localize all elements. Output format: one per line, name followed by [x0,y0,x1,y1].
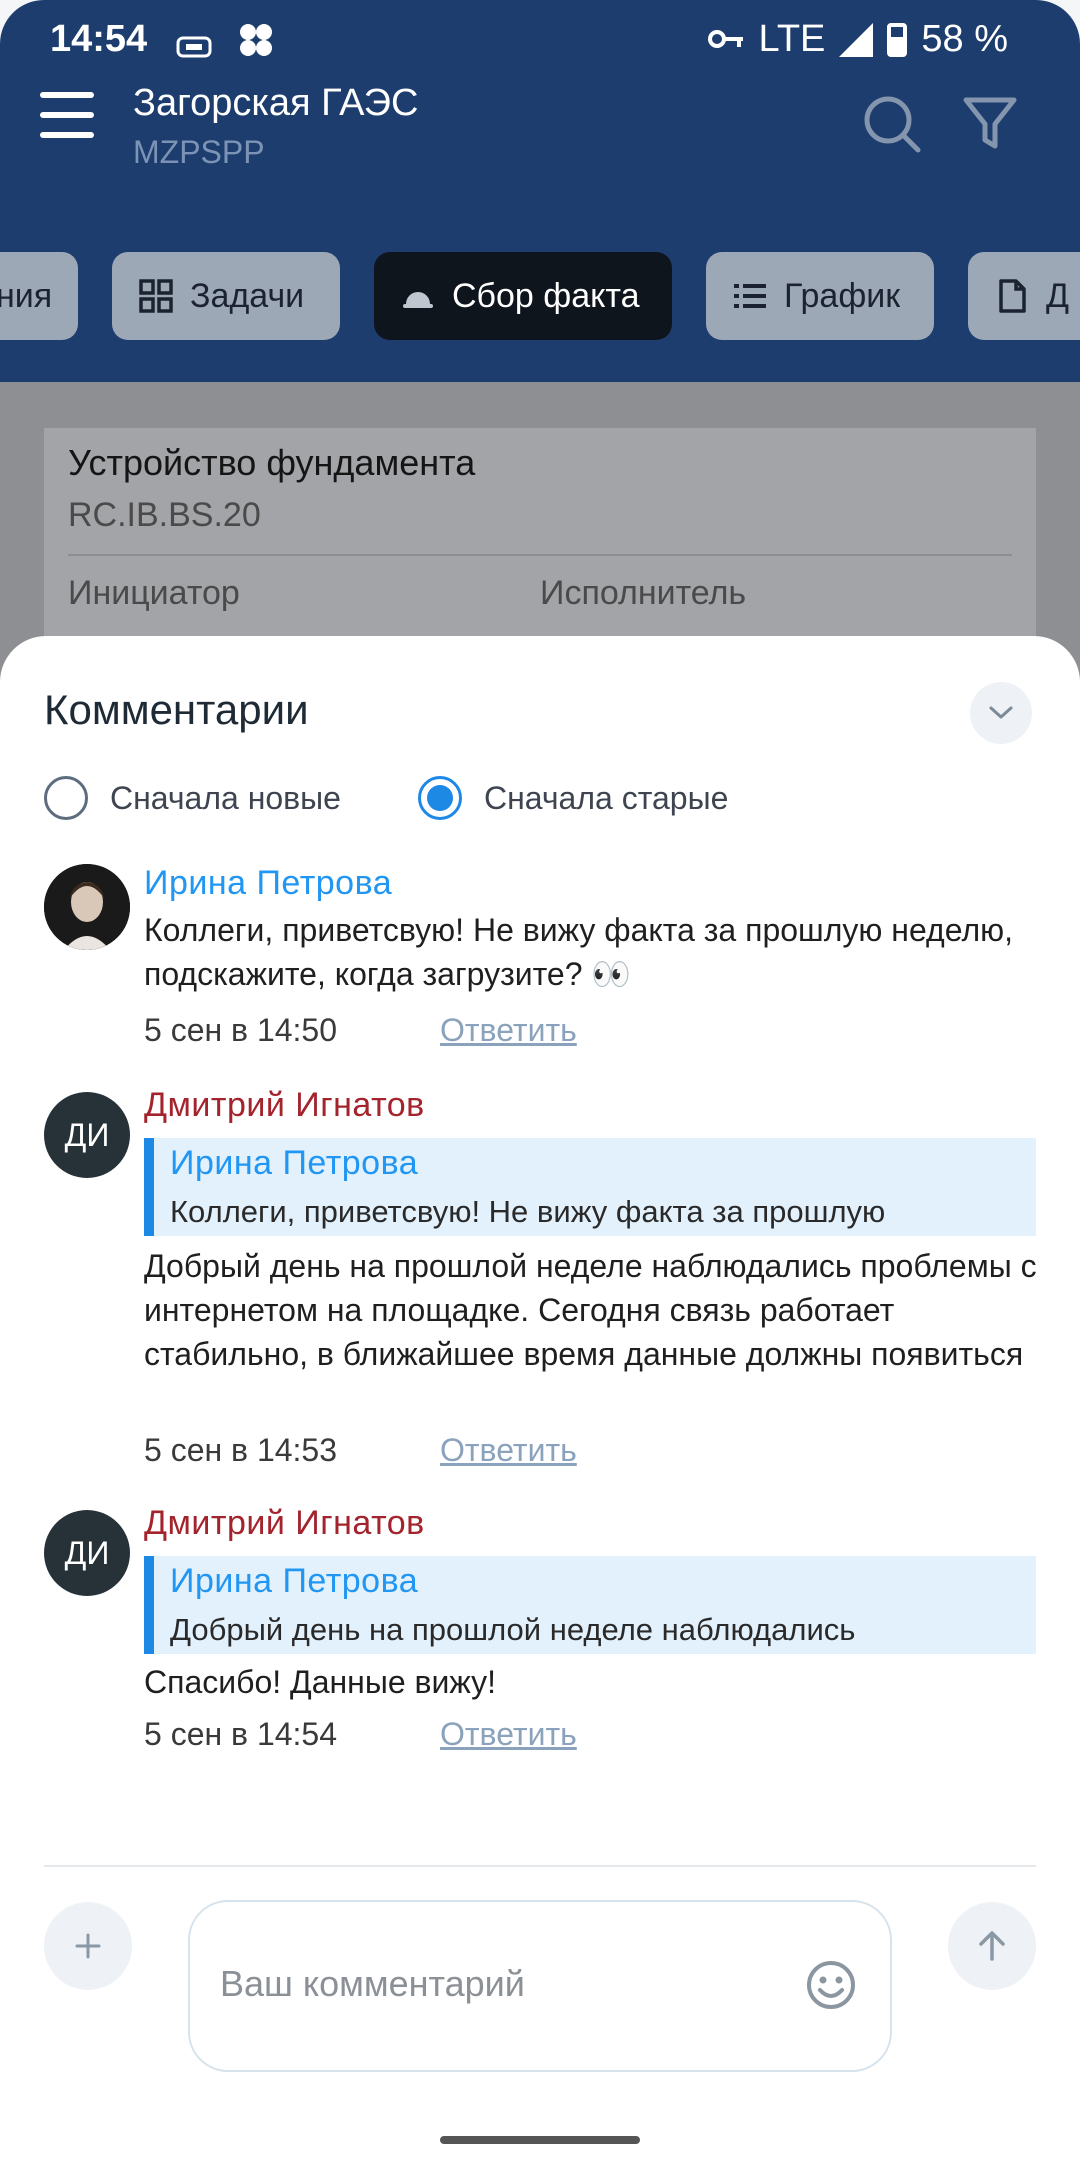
radio-label: Сначала старые [484,779,729,816]
executor-label: Исполнитель [540,574,747,612]
battery-icon [887,22,908,57]
avatar: ДИ [44,1092,130,1178]
battery-level: 58 % [921,18,1008,60]
tab-label: Сбор факта [452,276,640,315]
quote-text: Добрый день на прошлой неделе наблюдалис… [170,1612,856,1647]
avatar [44,864,130,950]
search-icon[interactable] [862,94,922,154]
tab-label: График [784,276,901,315]
signal-icon [839,22,874,57]
comment-text: Добрый день на прошлой неделе наблюдалис… [144,1248,1037,1372]
tab-documents[interactable]: Д [968,252,1080,340]
status-right-group: LTE 58 % [707,18,1008,61]
plus-icon [75,1933,101,1959]
chevron-down-icon [989,706,1013,719]
comment-input[interactable] [220,1954,780,2014]
comment-time: 5 сен в 14:50 [144,1012,338,1048]
tab-fact-collection[interactable]: Сбор факта [374,252,672,340]
add-attachment-button[interactable] [44,1902,132,1990]
comment-item: Ирина Петрова Коллеги, приветсвую! Не ви… [44,864,1044,1048]
send-button[interactable] [948,1902,1036,1990]
emoji-icon [807,1961,855,2009]
key-icon [707,18,745,61]
radio-circle [44,776,88,820]
input-divider [44,1865,1036,1867]
section-tabs: ния Задачи Сбор факта График Д [0,252,1080,342]
sheet-title: Комментарии [44,686,309,733]
comment-author[interactable]: Ирина Петрова [144,864,392,903]
tab-tasks[interactable]: Задачи [112,252,340,340]
comment-time: 5 сен в 14:54 [144,1716,338,1752]
quote-author: Ирина Петрова [170,1144,419,1182]
card-divider [68,554,1012,556]
radio-label: Сначала новые [110,779,341,816]
sim-icon [176,26,212,69]
radio-circle [418,776,462,820]
tab-schedule[interactable]: График [706,252,934,340]
toolbar: Загорская ГАЭС MZPSPP [0,78,1080,208]
sort-oldest-radio[interactable]: Сначала старые [418,776,728,820]
collapse-button[interactable] [970,682,1032,744]
comment-author[interactable]: Дмитрий Игнатов [144,1086,425,1125]
quoted-comment[interactable]: Ирина Петрова Коллеги, приветсвую! Не ви… [144,1138,1036,1236]
reply-link[interactable]: Ответить [440,1716,577,1753]
document-icon [994,278,1030,314]
arrow-up-icon [979,1931,1005,1961]
comment-text: Коллеги, приветсвую! Не вижу факта за пр… [144,912,1013,992]
app-header: 14:54 LTE 58 % Загорская ГАЭС MZPSPP ния… [0,0,1080,382]
network-type: LTE [758,18,826,60]
status-time: 14:54 [50,18,148,60]
emoji-button[interactable] [804,1958,858,2012]
tab-notifications[interactable]: ния [0,252,78,340]
user-photo-icon [44,864,130,950]
reply-link[interactable]: Ответить [440,1012,577,1049]
project-code: MZPSPP [133,134,265,170]
status-bar: 14:54 LTE 58 % [0,0,1080,78]
grid-icon [138,278,174,314]
app-icon [236,22,276,68]
task-code: RC.IB.BS.20 [68,496,261,534]
sort-options: Сначала новые Сначала старые [44,776,1034,836]
filter-icon[interactable] [962,94,1018,154]
hardhat-icon [400,278,436,314]
tab-label: ния [0,276,53,315]
comment-time: 5 сен в 14:53 [144,1432,338,1468]
avatar: ДИ [44,1510,130,1596]
comment-item: ДИ Дмитрий Игнатов Ирина Петрова Коллеги… [44,1086,1044,1468]
list-icon [732,278,768,314]
comment-input-box [188,1900,892,2072]
tab-label: Задачи [190,276,305,315]
project-title: Загорская ГАЭС [133,82,419,124]
quote-author: Ирина Петрова [170,1562,419,1600]
comment-item: ДИ Дмитрий Игнатов Ирина Петрова Добрый … [44,1504,1044,1752]
task-title: Устройство фундамента [68,442,476,483]
menu-icon[interactable] [40,92,94,140]
home-indicator[interactable] [440,2136,640,2144]
initiator-label: Инициатор [68,574,240,612]
reply-link[interactable]: Ответить [440,1432,577,1469]
quoted-comment[interactable]: Ирина Петрова Добрый день на прошлой нед… [144,1556,1036,1654]
comment-author[interactable]: Дмитрий Игнатов [144,1504,425,1543]
comments-sheet: Комментарии Сначала новые Сначала старые… [0,636,1080,2160]
tab-label: Д [1046,276,1070,315]
sort-newest-radio[interactable]: Сначала новые [44,776,341,820]
quote-text: Коллеги, приветсвую! Не вижу факта за пр… [170,1194,886,1229]
comment-text: Спасибо! Данные вижу! [144,1664,497,1700]
